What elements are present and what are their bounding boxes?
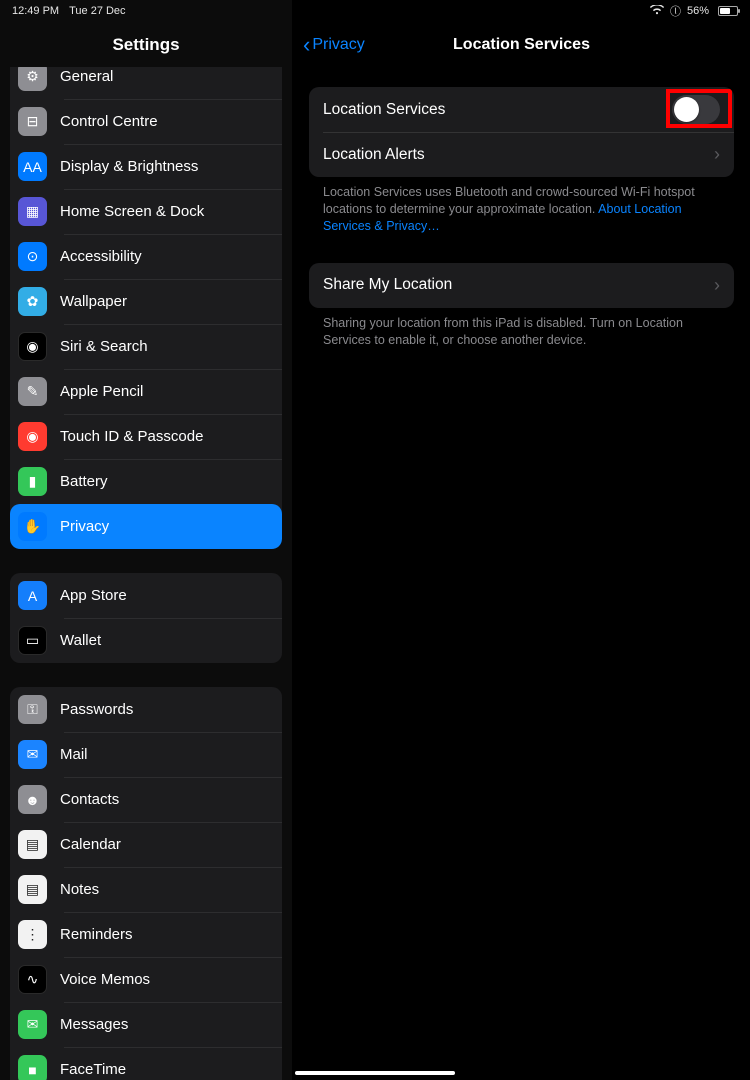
sidebar-item-voice-memos[interactable]: ∿ Voice Memos	[10, 957, 282, 1002]
contacts-icon: ☻	[18, 785, 47, 814]
sidebar-item-label: Touch ID & Passcode	[60, 428, 203, 445]
wallpaper-icon: ✿	[18, 287, 47, 316]
sidebar-item-siri-search[interactable]: ◉ Siri & Search	[10, 324, 282, 369]
wifi-icon	[650, 5, 664, 18]
sidebar-item-accessibility[interactable]: ⊙ Accessibility	[10, 234, 282, 279]
mail-icon: ✉︎	[18, 740, 47, 769]
share-my-location-row[interactable]: Share My Location ›	[309, 263, 734, 308]
sidebar-item-label: Calendar	[60, 836, 121, 853]
chevron-right-icon: ›	[714, 275, 720, 296]
sidebar-item-notes[interactable]: ▤ Notes	[10, 867, 282, 912]
sidebar-item-app-store[interactable]: A App Store	[10, 573, 282, 618]
sidebar-item-passwords[interactable]: ⚿ Passwords	[10, 687, 282, 732]
battery-icon: ▮	[18, 467, 47, 496]
sidebar-item-control-centre[interactable]: ⊟ Control Centre	[10, 99, 282, 144]
sidebar-item-label: Reminders	[60, 926, 133, 943]
sidebar-item-touch-id-passcode[interactable]: ◉ Touch ID & Passcode	[10, 414, 282, 459]
sidebar-item-label: Notes	[60, 881, 99, 898]
sidebar-item-calendar[interactable]: ▤ Calendar	[10, 822, 282, 867]
location-services-row[interactable]: Location Services	[309, 87, 734, 132]
detail-pane: ‹ Privacy Location Services Location Ser…	[293, 0, 750, 1080]
sidebar-item-label: Mail	[60, 746, 88, 763]
location-services-toggle[interactable]	[672, 95, 720, 124]
messages-icon: ✉︎	[18, 1010, 47, 1039]
home-indicator[interactable]	[295, 1071, 455, 1075]
settings-sidebar: Settings ⚙︎ General ⊟ Control Centre AA Displ…	[0, 0, 293, 1080]
sidebar-item-apple-pencil[interactable]: ✎ Apple Pencil	[10, 369, 282, 414]
status-battery-pct: 56%	[687, 5, 709, 17]
sidebar-title: Settings	[0, 22, 292, 67]
sidebar-item-label: Accessibility	[60, 248, 142, 265]
share-location-group: Share My Location ›	[309, 263, 734, 308]
touch-id-passcode-icon: ◉	[18, 422, 47, 451]
wallet-icon: ▭	[18, 626, 47, 655]
control-centre-icon: ⊟	[18, 107, 47, 136]
battery-icon	[715, 6, 738, 16]
display-brightness-icon: AA	[18, 152, 47, 181]
accessibility-icon: ⊙	[18, 242, 47, 271]
sidebar-item-home-screen-dock[interactable]: ▦ Home Screen & Dock	[10, 189, 282, 234]
apple-pencil-icon: ✎	[18, 377, 47, 406]
detail-header: ‹ Privacy Location Services	[293, 22, 750, 67]
sidebar-item-general[interactable]: ⚙︎ General	[10, 67, 282, 99]
reminders-icon: ⋮	[18, 920, 47, 949]
status-date: Tue 27 Dec	[69, 5, 125, 17]
general-icon: ⚙︎	[18, 67, 47, 91]
notes-icon: ▤	[18, 875, 47, 904]
location-alerts-row[interactable]: Location Alerts ›	[309, 132, 734, 177]
status-time: 12:49 PM	[12, 5, 59, 17]
passwords-icon: ⚿	[18, 695, 47, 724]
sidebar-item-privacy[interactable]: ✋ Privacy	[10, 504, 282, 549]
sidebar-item-label: Battery	[60, 473, 108, 490]
home-screen-dock-icon: ▦	[18, 197, 47, 226]
sidebar-item-label: Home Screen & Dock	[60, 203, 204, 220]
location-services-label: Location Services	[323, 101, 445, 119]
sidebar-item-label: Control Centre	[60, 113, 158, 130]
sidebar-item-label: App Store	[60, 587, 127, 604]
sidebar-item-label: Voice Memos	[60, 971, 150, 988]
sidebar-item-label: Privacy	[60, 518, 109, 535]
sidebar-item-label: Contacts	[60, 791, 119, 808]
status-bar: 12:49 PM Tue 27 Dec ⓛ 56%	[0, 0, 750, 22]
privacy-icon: ✋	[18, 512, 47, 541]
share-location-footer: Sharing your location from this iPad is …	[309, 308, 734, 349]
sidebar-item-facetime[interactable]: ■ FaceTime	[10, 1047, 282, 1080]
location-alerts-label: Location Alerts	[323, 146, 425, 164]
sidebar-item-wallpaper[interactable]: ✿ Wallpaper	[10, 279, 282, 324]
sidebar-item-label: General	[60, 68, 113, 85]
back-label: Privacy	[312, 36, 364, 54]
sidebar-item-label: Wallpaper	[60, 293, 127, 310]
chevron-right-icon: ›	[714, 144, 720, 165]
sidebar-item-label: Passwords	[60, 701, 133, 718]
sidebar-item-label: Apple Pencil	[60, 383, 143, 400]
sidebar-item-wallet[interactable]: ▭ Wallet	[10, 618, 282, 663]
sidebar-item-battery[interactable]: ▮ Battery	[10, 459, 282, 504]
sidebar-item-label: Display & Brightness	[60, 158, 198, 175]
chevron-left-icon: ‹	[303, 34, 310, 56]
sidebar-item-messages[interactable]: ✉︎ Messages	[10, 1002, 282, 1047]
app-store-icon: A	[18, 581, 47, 610]
sidebar-item-label: Siri & Search	[60, 338, 148, 355]
sidebar-item-mail[interactable]: ✉︎ Mail	[10, 732, 282, 777]
sidebar-item-contacts[interactable]: ☻ Contacts	[10, 777, 282, 822]
calendar-icon: ▤	[18, 830, 47, 859]
sidebar-item-label: FaceTime	[60, 1061, 126, 1078]
voice-memos-icon: ∿	[18, 965, 47, 994]
location-off-icon: ⓛ	[670, 3, 681, 19]
location-services-footer: Location Services uses Bluetooth and cro…	[309, 177, 734, 235]
location-services-group: Location Services Location Alerts ›	[309, 87, 734, 177]
facetime-icon: ■	[18, 1055, 47, 1080]
sidebar-item-label: Messages	[60, 1016, 128, 1033]
sidebar-item-label: Wallet	[60, 632, 101, 649]
share-my-location-label: Share My Location	[323, 276, 452, 294]
detail-title: Location Services	[453, 36, 590, 54]
sidebar-item-reminders[interactable]: ⋮ Reminders	[10, 912, 282, 957]
back-button[interactable]: ‹ Privacy	[303, 34, 365, 56]
sidebar-item-display-brightness[interactable]: AA Display & Brightness	[10, 144, 282, 189]
siri-search-icon: ◉	[18, 332, 47, 361]
